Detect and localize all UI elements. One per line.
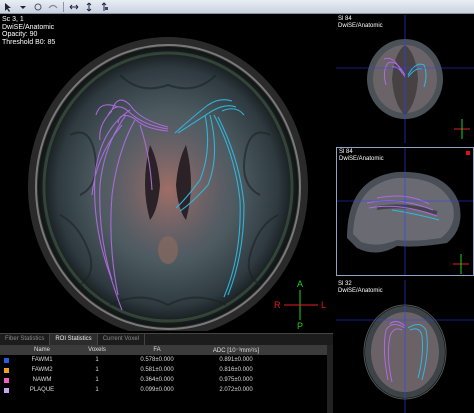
roi-fa: 0.581±0.000	[140, 367, 174, 373]
main-axial-view[interactable]: Sc 3, 1 DwiSE/Anatomic Opacity: 90 Thres…	[0, 15, 333, 331]
roi-adc: 0.816±0.000	[219, 367, 253, 373]
table-scrollbar[interactable]	[327, 345, 333, 413]
roi-voxels: 1	[95, 387, 99, 393]
side-label-line: DwiSE/Anatomic	[338, 287, 383, 294]
side-label-line: DwiSE/Anatomic	[339, 155, 384, 162]
header-name[interactable]: Name	[12, 347, 72, 353]
roi-name: FAWM2	[31, 367, 53, 373]
roi-voxels: 1	[95, 377, 99, 383]
roi-adc: 2.072±0.000	[219, 387, 253, 393]
roi-color-swatch	[3, 377, 9, 383]
link-tool-icon[interactable]	[47, 1, 59, 12]
roi-adc: 0.891±0.000	[219, 357, 253, 363]
roi-color-swatch	[3, 367, 9, 373]
roi-color-swatch	[3, 387, 9, 393]
tab-roi-statistics[interactable]: ROI Statistics	[50, 334, 98, 345]
statistics-tabs: Fiber Statistics ROI Statistics Current …	[0, 333, 333, 345]
roi-voxels: 1	[95, 357, 99, 363]
table-row[interactable]: NAWM 1 0.364±0.000 0.975±0.000	[0, 375, 333, 385]
roi-adc: 0.975±0.000	[219, 377, 253, 383]
overlay-line: Threshold B0: 85	[2, 38, 56, 46]
axial-small-brain-image	[336, 280, 474, 413]
roi-name: PLAQUE	[29, 387, 55, 393]
axial-small-view[interactable]: Sl 32 DwiSE/Anatomic	[336, 280, 474, 413]
orientation-posterior: P	[297, 321, 304, 331]
roi-fa: 0.578±0.000	[140, 357, 174, 363]
coronal-view[interactable]: Sl 84 DwiSE/Anatomic	[336, 15, 474, 143]
toolbar	[0, 0, 474, 14]
sagittal-brain-image	[337, 148, 473, 275]
axial-small-view-label: Sl 32 DwiSE/Anatomic	[338, 281, 383, 294]
roi-voxels: 1	[95, 367, 99, 373]
roi-name: NAWM	[32, 377, 52, 383]
active-view-indicator	[466, 151, 470, 155]
orientation-anterior: A	[297, 279, 304, 289]
select-tool-icon[interactable]	[32, 1, 44, 12]
toolbar-divider	[63, 1, 64, 12]
roi-fa: 0.099±0.000	[140, 387, 174, 393]
header-adc[interactable]: ADC [10⁻³mm²/s]	[192, 347, 280, 354]
roi-color-swatch	[3, 357, 9, 363]
table-row[interactable]: PLAQUE 1 0.099±0.000 2.072±0.000	[0, 385, 333, 395]
sagittal-view-label: Sl 84 DwiSE/Anatomic	[339, 149, 384, 162]
header-voxels[interactable]: Voxels	[72, 347, 122, 353]
pointer-tool-icon[interactable]	[2, 1, 14, 12]
rotate-icon[interactable]	[98, 1, 110, 12]
roi-name: FAWM1	[31, 357, 53, 363]
header-fa[interactable]: FA	[122, 347, 192, 353]
vertical-flip-icon[interactable]	[83, 1, 95, 12]
coronal-view-label: Sl 84 DwiSE/Anatomic	[338, 16, 383, 29]
sagittal-view[interactable]: Sl 84 DwiSE/Anatomic	[336, 147, 474, 276]
table-header: Name Voxels FA ADC [10⁻³mm²/s]	[0, 345, 333, 355]
table-row[interactable]: FAWM2 1 0.581±0.000 0.816±0.000	[0, 365, 333, 375]
overlay-line: Sc 3, 1	[2, 16, 24, 23]
orientation-cross-icon	[284, 290, 318, 320]
dropdown-arrow-icon[interactable]	[17, 1, 29, 12]
main-view-overlay: Sc 3, 1 DwiSE/Anatomic Opacity: 90 Thres…	[2, 16, 55, 46]
tab-fiber-statistics[interactable]: Fiber Statistics	[0, 334, 51, 345]
overlay-line: DwiSE/Anatomic	[2, 23, 55, 31]
side-label-line: DwiSE/Anatomic	[338, 22, 383, 29]
axial-brain-image	[28, 37, 308, 331]
coronal-brain-image	[336, 15, 474, 143]
orientation-right: R	[274, 300, 281, 310]
horizontal-flip-icon[interactable]	[68, 1, 80, 12]
overlay-line: Opacity: 90	[2, 31, 38, 38]
roi-fa: 0.364±0.000	[140, 377, 174, 383]
roi-statistics-table: Name Voxels FA ADC [10⁻³mm²/s] FAWM1 1 0…	[0, 345, 333, 413]
table-row[interactable]: FAWM1 1 0.578±0.000 0.891±0.000	[0, 355, 333, 365]
tab-current-voxel[interactable]: Current Voxel	[98, 334, 146, 345]
